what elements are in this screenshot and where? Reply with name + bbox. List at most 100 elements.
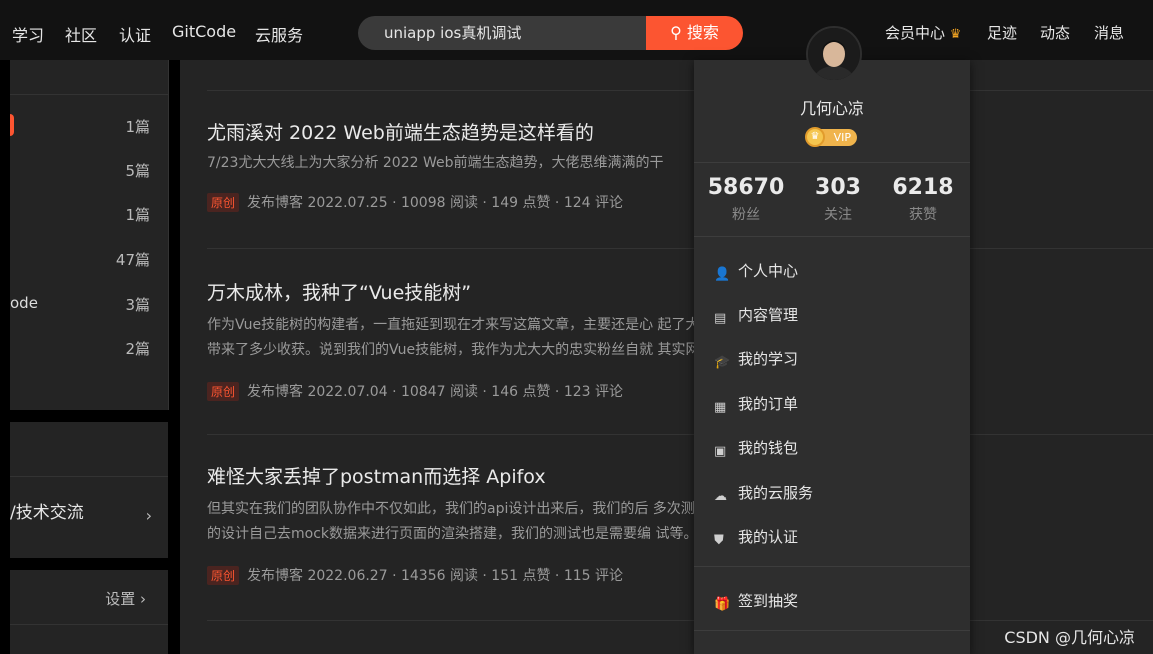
divider xyxy=(10,476,168,477)
menu-my-learning[interactable]: 🎓 我的学习 xyxy=(714,348,799,370)
article-desc: 带来了多少收获。说到我们的Vue技能树，我作为尤大大的忠实粉丝自就 其实网上有过… xyxy=(207,342,812,358)
sidebar-categories: 1篇 5篇 1篇 47篇 ode 3篇 2篇 xyxy=(10,60,169,410)
nav-cloud[interactable]: 云服务 xyxy=(255,22,303,46)
nav-learn[interactable]: 学习 xyxy=(12,22,44,46)
menu-label: 我的云服务 xyxy=(738,484,814,502)
original-tag: 原创 xyxy=(207,566,240,585)
divider xyxy=(207,434,1153,435)
nav-vip-center[interactable]: 会员中心 ♛ xyxy=(885,22,961,43)
stat-number: 6218 xyxy=(892,175,954,200)
divider xyxy=(10,94,168,95)
nav-community[interactable]: 社区 xyxy=(65,22,97,46)
category-count[interactable]: 2篇 xyxy=(125,338,150,359)
divider xyxy=(694,236,970,237)
article-list: 尤雨溪对 2022 Web前端生态趋势是这样看的 7/23尤大大线上为大家分析 … xyxy=(180,60,1153,654)
avatar[interactable] xyxy=(806,26,862,82)
menu-label: 签到抽奖 xyxy=(738,592,799,610)
stat-fans[interactable]: 58670 粉丝 xyxy=(704,175,788,224)
vip-center-label: 会员中心 xyxy=(885,24,946,42)
menu-label: 我的钱包 xyxy=(738,439,799,457)
article-item[interactable]: 尤雨溪对 2022 Web前端生态趋势是这样看的 7/23尤大大线上为大家分析 … xyxy=(207,118,1153,212)
menu-label: 个人中心 xyxy=(738,262,799,280)
certification-shield-icon: ⛊ xyxy=(714,533,724,548)
divider xyxy=(207,620,1153,621)
divider xyxy=(207,248,1153,249)
divider xyxy=(694,630,970,631)
menu-label: 我的订单 xyxy=(738,395,799,413)
sidebar-group-panel: /技术交流 › xyxy=(10,422,168,558)
menu-label: 我的学习 xyxy=(738,350,799,368)
search-icon: ⚲ xyxy=(670,23,682,42)
article-item[interactable]: 难怪大家丢掉了postman而选择 Apifox 但其实在我们的团队协作中不仅如… xyxy=(207,462,1153,585)
category-count[interactable]: 5篇 xyxy=(125,160,150,181)
article-desc: 7/23尤大大线上为大家分析 2022 Web前端生态趋势，大佬思维满满的干 xyxy=(207,155,664,171)
article-title[interactable]: 难怪大家丢掉了postman而选择 Apifox xyxy=(207,462,1153,489)
stat-number: 303 xyxy=(815,175,861,200)
watermark: CSDN @几何心凉 xyxy=(1004,628,1135,647)
top-nav-bar: 学习 社区 认证 GitCode 云服务 uniapp ios真机调试 ⚲ 搜索… xyxy=(0,0,1153,60)
nav-certification[interactable]: 认证 xyxy=(119,22,151,46)
article-meta: 原创 发布博客 2022.06.27 · 14356 阅读 · 151 点赞 · … xyxy=(207,565,1153,585)
stat-number: 58670 xyxy=(707,175,785,200)
search-input[interactable]: uniapp ios真机调试 xyxy=(358,16,646,50)
article-meta: 原创 发布博客 2022.07.25 · 10098 阅读 · 149 点赞 · … xyxy=(207,192,1153,212)
article-desc: 但其实在我们的团队协作中不仅如此，我们的api设计出来后，我们的后 多次测试，我… xyxy=(207,501,821,517)
category-count[interactable]: 3篇 xyxy=(125,294,150,315)
category-label[interactable]: ode xyxy=(10,294,38,312)
menu-personal-center[interactable]: 👤 个人中心 xyxy=(714,260,799,282)
wallet-icon: ▣ xyxy=(714,444,727,459)
article-title[interactable]: 万木成林，我种了“Vue技能树” xyxy=(207,278,1153,305)
article-item[interactable]: 万木成林，我种了“Vue技能树” 作为Vue技能树的构建者，一直拖延到现在才来写… xyxy=(207,278,1153,401)
menu-my-cloud[interactable]: ☁ 我的云服务 xyxy=(714,482,814,504)
article-title[interactable]: 尤雨溪对 2022 Web前端生态趋势是这样看的 xyxy=(207,118,1153,145)
menu-content-management[interactable]: ▤ 内容管理 xyxy=(714,304,799,326)
graduation-cap-icon: 🎓 xyxy=(714,355,731,370)
avatar-image xyxy=(808,28,860,80)
nav-gitcode[interactable]: GitCode xyxy=(172,22,236,41)
username[interactable]: 几何心凉 xyxy=(694,95,970,119)
vip-badge[interactable]: ♛ VIP xyxy=(805,127,857,147)
category-count[interactable]: 47篇 xyxy=(116,249,150,270)
nav-footprint[interactable]: 足迹 xyxy=(987,22,1017,43)
search-button[interactable]: ⚲ 搜索 xyxy=(646,16,743,50)
category-count[interactable]: 1篇 xyxy=(125,204,150,225)
gift-icon: 🎁 xyxy=(714,597,731,612)
settings-label: 设置 xyxy=(105,590,136,608)
vip-crown-icon: ♛ xyxy=(805,127,825,147)
stat-label: 获赞 xyxy=(909,207,937,223)
chevron-right-icon: › xyxy=(140,590,146,608)
article-meta-text: 发布博客 2022.07.25 · 10098 阅读 · 149 点赞 · 12… xyxy=(247,195,624,211)
nav-activity[interactable]: 动态 xyxy=(1040,22,1070,43)
group-label[interactable]: /技术交流 xyxy=(10,498,84,523)
menu-check-in-lottery[interactable]: 🎁 签到抽奖 xyxy=(714,590,799,612)
divider xyxy=(207,90,1153,91)
stat-likes[interactable]: 6218 获赞 xyxy=(881,175,965,224)
vip-label: VIP xyxy=(833,131,851,144)
menu-my-wallet[interactable]: ▣ 我的钱包 xyxy=(714,437,799,459)
stat-label: 关注 xyxy=(824,207,852,223)
settings-link[interactable]: 设置 › xyxy=(105,588,146,609)
menu-my-orders[interactable]: ▦ 我的订单 xyxy=(714,393,799,415)
article-meta: 原创 发布博客 2022.07.04 · 10847 阅读 · 146 点赞 · … xyxy=(207,381,1153,401)
cloud-service-icon: ☁ xyxy=(714,489,727,504)
user-icon: 👤 xyxy=(714,267,731,282)
sidebar-settings-panel: 设置 › xyxy=(10,570,168,654)
category-indicator xyxy=(10,114,14,136)
original-tag: 原创 xyxy=(207,382,240,401)
stat-following[interactable]: 303 关注 xyxy=(796,175,880,224)
category-count[interactable]: 1篇 xyxy=(125,116,150,137)
menu-label: 我的认证 xyxy=(738,528,799,546)
menu-my-certification[interactable]: ⛊ 我的认证 xyxy=(714,526,799,548)
nav-messages[interactable]: 消息 xyxy=(1094,22,1124,43)
chevron-right-icon[interactable]: › xyxy=(146,506,152,525)
search-button-label: 搜索 xyxy=(686,23,719,42)
divider xyxy=(694,566,970,567)
stat-label: 粉丝 xyxy=(732,207,760,223)
order-icon: ▦ xyxy=(714,400,727,415)
article-desc: 的设计自己去mock数据来进行页面的渲染搭建，我们的测试也是需要编 试等。我们能… xyxy=(207,526,824,542)
article-meta-text: 发布博客 2022.06.27 · 14356 阅读 · 151 点赞 · 11… xyxy=(247,568,624,584)
article-meta-text: 发布博客 2022.07.04 · 10847 阅读 · 146 点赞 · 12… xyxy=(247,384,624,400)
menu-label: 内容管理 xyxy=(738,306,799,324)
user-dropdown-menu: 几何心凉 ♛ VIP 58670 粉丝 303 关注 6218 获赞 👤 个人中心… xyxy=(694,60,970,654)
divider xyxy=(694,162,970,163)
